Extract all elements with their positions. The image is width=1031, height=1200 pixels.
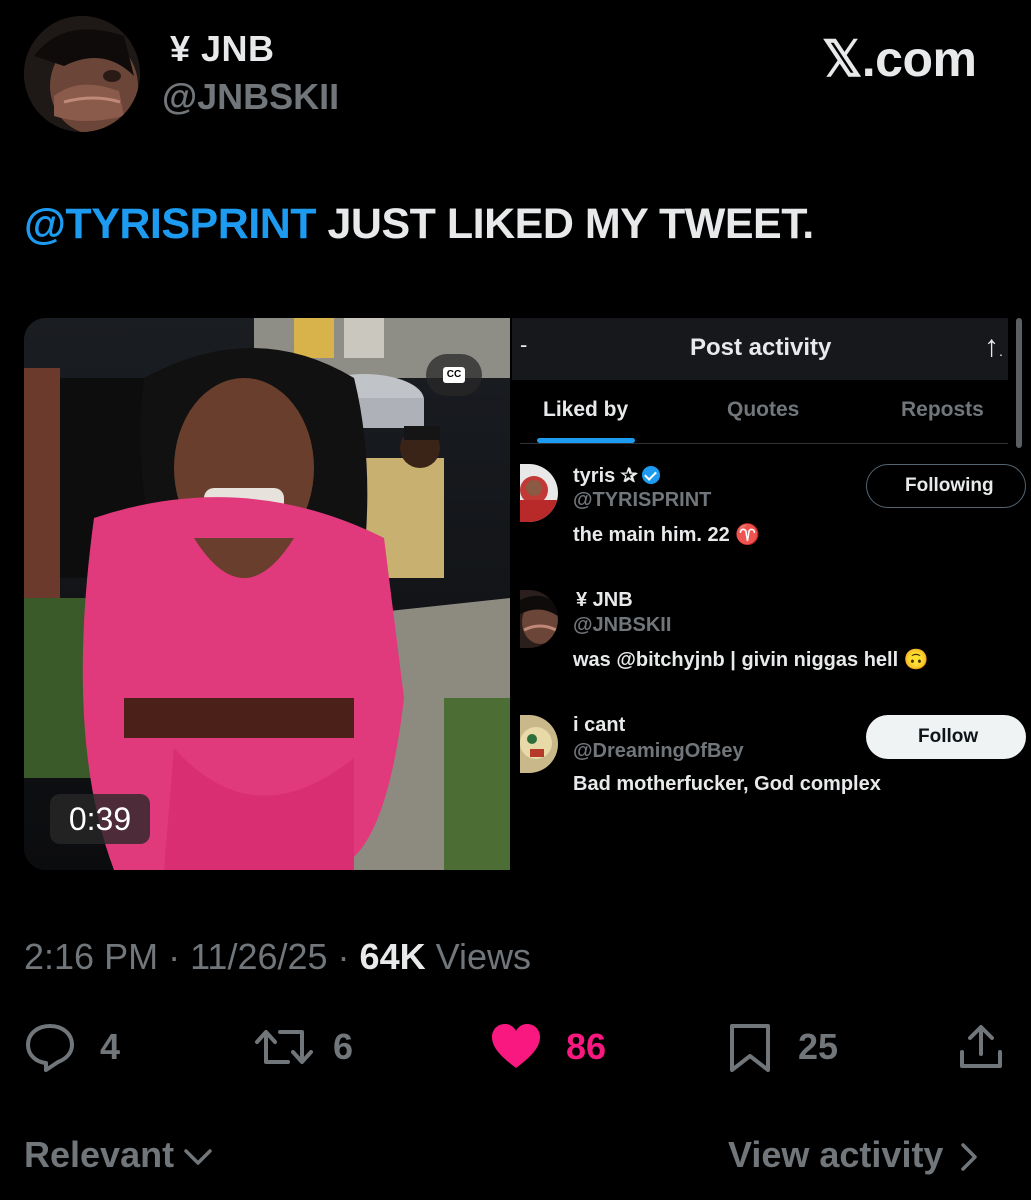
user-handle[interactable]: @JNBSKII bbox=[573, 614, 671, 637]
view-activity-link[interactable]: View activity bbox=[728, 1134, 983, 1176]
tweet-text: @TYRISPRINT JUST LIKED MY TWEET. bbox=[24, 200, 814, 249]
follow-button[interactable]: Follow bbox=[866, 715, 1026, 759]
tab-liked-by[interactable]: Liked by bbox=[543, 398, 628, 422]
meta-separator: · bbox=[327, 936, 360, 977]
user-name-text: tyris ✰ bbox=[573, 465, 638, 487]
user-name[interactable]: i cant bbox=[573, 714, 625, 737]
user-name[interactable]: ¥ JNB bbox=[576, 589, 633, 612]
post-time[interactable]: 2:16 PM bbox=[24, 936, 158, 977]
user-bio: the main him. 22 ♈ bbox=[573, 524, 761, 546]
author-handle[interactable]: @JNBSKII bbox=[162, 76, 339, 118]
user-handle[interactable]: @TYRISPRINT bbox=[573, 489, 711, 512]
view-activity-label: View activity bbox=[728, 1134, 944, 1175]
views-count: 64K bbox=[359, 936, 426, 977]
panel-share-icon: ↑. bbox=[984, 330, 1003, 363]
following-button[interactable]: Following bbox=[866, 464, 1026, 508]
tweet-body: JUST LIKED MY TWEET. bbox=[316, 200, 815, 248]
repost-count: 6 bbox=[333, 1026, 354, 1067]
user-name[interactable]: tyris ✰ bbox=[573, 463, 660, 488]
author-avatar[interactable] bbox=[24, 16, 140, 132]
author-name[interactable]: ¥ JNB bbox=[170, 28, 275, 70]
video-duration: 0:39 bbox=[50, 794, 150, 844]
reply-count: 4 bbox=[100, 1026, 121, 1067]
reply-icon[interactable] bbox=[24, 1022, 76, 1077]
scrollbar[interactable] bbox=[1016, 318, 1022, 448]
bookmark-count: 25 bbox=[798, 1026, 839, 1067]
post-date[interactable]: 11/26/25 bbox=[190, 936, 327, 977]
cc-icon: CC bbox=[443, 367, 465, 383]
chevron-right-icon bbox=[961, 1143, 978, 1172]
sort-label: Relevant bbox=[24, 1134, 175, 1175]
video-thumbnail[interactable] bbox=[24, 318, 510, 870]
tab-reposts[interactable]: Reposts bbox=[901, 398, 984, 422]
panel-back-mark: - bbox=[520, 332, 528, 357]
like-heart-icon[interactable] bbox=[490, 1022, 542, 1075]
tweet-mention[interactable]: @TYRISPRINT bbox=[24, 200, 317, 248]
tab-quotes[interactable]: Quotes bbox=[727, 398, 799, 422]
views-label: Views bbox=[425, 936, 531, 977]
verified-badge-icon bbox=[641, 466, 660, 484]
user-bio: was @bitchyjnb | givin niggas hell 🙃 bbox=[573, 649, 929, 671]
post-meta: 2:16 PM · 11/26/25 · 64K Views bbox=[24, 936, 531, 978]
repost-icon[interactable] bbox=[254, 1022, 314, 1077]
bookmark-icon[interactable] bbox=[728, 1022, 772, 1079]
post-activity-title: Post activity bbox=[690, 334, 832, 361]
user-handle[interactable]: @DreamingOfBey bbox=[573, 740, 744, 763]
reply-sort-dropdown[interactable]: Relevant bbox=[24, 1134, 216, 1176]
closed-captions-button[interactable]: CC bbox=[426, 354, 482, 396]
x-watermark: 𝕏.com bbox=[822, 31, 977, 87]
like-count: 86 bbox=[566, 1026, 607, 1067]
chevron-down-icon bbox=[184, 1149, 212, 1166]
meta-separator: · bbox=[158, 936, 191, 977]
user-bio: Bad motherfucker, God complex bbox=[573, 773, 881, 795]
share-icon[interactable] bbox=[958, 1022, 1004, 1077]
tabs-divider bbox=[520, 443, 1008, 444]
